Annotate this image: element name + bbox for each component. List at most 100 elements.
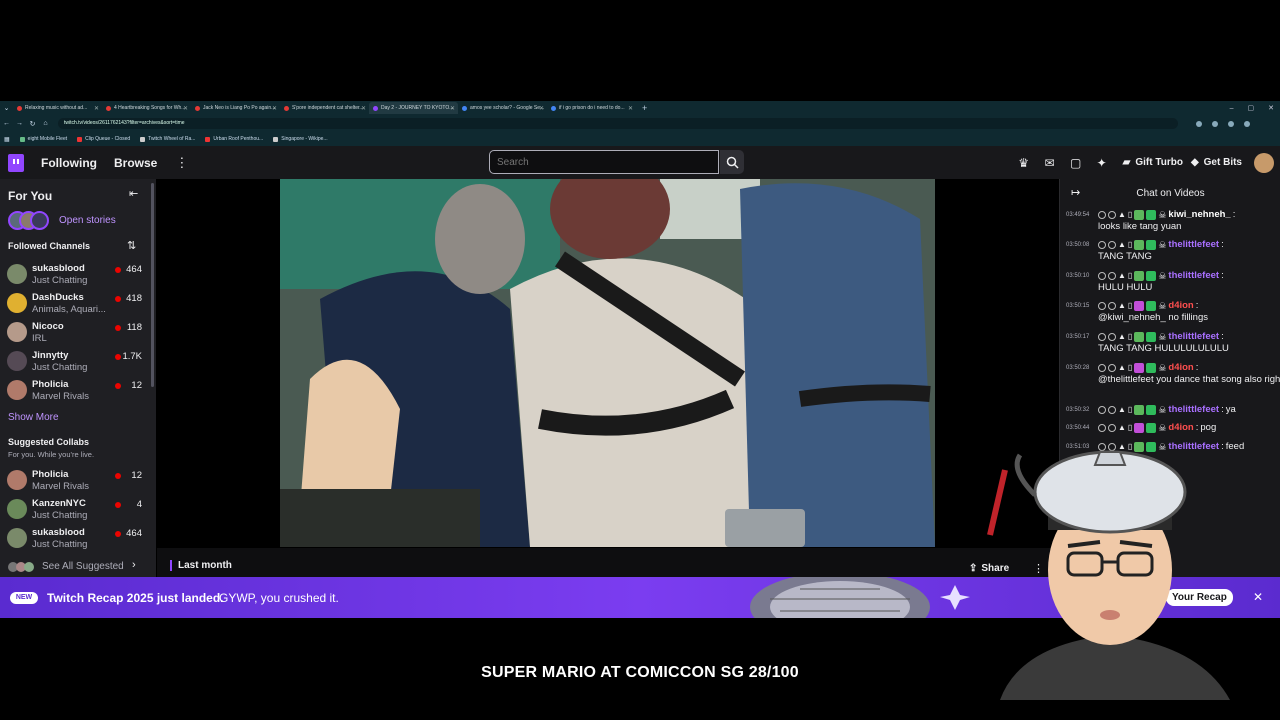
warn-icon[interactable]: ▲ [1118,404,1126,416]
chat-username[interactable]: thelittlefeet [1168,331,1219,343]
tab-close-icon[interactable]: ✕ [183,105,188,112]
channel-item[interactable]: Pholicia Marvel Rivals 12 [7,467,149,495]
more-options-icon[interactable]: ⋮ [175,155,188,171]
gift-turbo-button[interactable]: ▰ Gift Turbo [1123,157,1183,168]
browser-tab[interactable]: if i go prison do i need to do... ✕ [547,102,636,114]
delete-icon[interactable]: ▯ [1128,404,1132,416]
activity-icon[interactable]: ✦ [1089,156,1115,170]
channel-item[interactable]: sukasblood Just Chatting 464 [7,525,149,553]
reload-icon[interactable]: ↻ [26,120,39,128]
chevron-right-icon[interactable]: › [132,559,136,571]
bookmark-item[interactable]: Twitch Wheel of Ra... [140,136,195,142]
show-more-link[interactable]: Show More [8,412,59,423]
search-button[interactable] [720,150,744,174]
following-link[interactable]: Following [41,156,97,170]
profile-icon[interactable] [1244,120,1250,127]
delete-icon[interactable]: ▯ [1128,209,1132,221]
maximize-icon[interactable]: ▢ [1248,104,1255,112]
channel-item[interactable]: Pholicia Marvel Rivals 12 [7,377,149,405]
delete-icon[interactable]: ▯ [1128,331,1132,343]
chat-username[interactable]: kiwi_nehneh_ [1168,209,1230,221]
apps-icon[interactable]: ▦ [4,136,10,143]
timeout-icon[interactable] [1108,406,1116,414]
extension-icon[interactable] [1212,120,1218,127]
bookmark-item[interactable]: eight Mobile Fleet [19,136,67,142]
delete-icon[interactable]: ▯ [1128,239,1132,251]
tab-close-icon[interactable]: ✕ [450,105,455,112]
search-input[interactable] [489,150,719,174]
browser-tab[interactable]: Day 2 - JOURNEY TO KYOTO... ✕ [369,102,458,114]
tab-search-icon[interactable]: ⌄ [0,104,13,112]
timeout-icon[interactable] [1108,333,1116,341]
whispers-icon[interactable]: ▢ [1063,156,1089,170]
stories-row[interactable]: Open stories [8,211,116,230]
tab-close-icon[interactable]: ✕ [539,105,544,112]
timeout-icon[interactable] [1108,364,1116,372]
ban-icon[interactable] [1098,333,1106,341]
timeout-icon[interactable] [1108,302,1116,310]
forward-icon[interactable]: → [13,120,26,127]
ban-icon[interactable] [1098,364,1106,372]
ban-icon[interactable] [1098,241,1106,249]
browser-tab[interactable]: S'pore independent cat shelter... ✕ [280,102,369,114]
chat-username[interactable]: thelittlefeet [1168,239,1219,251]
browse-link[interactable]: Browse [114,156,157,170]
sidebar-scrollbar[interactable] [151,183,154,387]
new-tab-button[interactable]: + [642,103,647,113]
warn-icon[interactable]: ▲ [1118,300,1126,312]
video-frame[interactable] [280,179,935,547]
chat-username[interactable]: d4ion [1168,362,1193,374]
minimize-icon[interactable]: – [1230,105,1234,112]
warn-icon[interactable]: ▲ [1118,331,1126,343]
sort-icon[interactable]: ⇅ [127,239,136,252]
tab-close-icon[interactable]: ✕ [361,105,366,112]
extension-icon[interactable] [1228,120,1234,127]
bookmark-item[interactable]: Singapore - Wikipe... [273,136,328,142]
inbox-icon[interactable]: ✉ [1037,156,1063,170]
bookmark-item[interactable]: Clip Queue - Closed [77,136,130,142]
channel-item[interactable]: Jinnytty Just Chatting 1.7K [7,348,149,376]
close-window-icon[interactable]: ✕ [1268,104,1274,112]
ban-icon[interactable] [1098,406,1106,414]
ban-icon[interactable] [1098,272,1106,280]
back-icon[interactable]: ← [0,120,13,127]
delete-icon[interactable]: ▯ [1128,270,1132,282]
tab-close-icon[interactable]: ✕ [628,105,633,112]
delete-icon[interactable]: ▯ [1128,362,1132,374]
browser-tab[interactable]: Relaxing music without ad... ✕ [13,102,102,114]
get-bits-button[interactable]: ◆ Get Bits [1191,157,1242,168]
channel-item[interactable]: sukasblood Just Chatting 464 [7,261,149,289]
delete-icon[interactable]: ▯ [1128,300,1132,312]
browser-tab[interactable]: amos yee scholar? - Google Se... ✕ [458,102,547,114]
url-field[interactable]: twitch.tv/videos/2611762143?filter=archi… [58,118,1178,129]
timeout-icon[interactable] [1108,241,1116,249]
channel-item[interactable]: Nicoco IRL 118 [7,319,149,347]
warn-icon[interactable]: ▲ [1118,209,1126,221]
home-icon[interactable]: ⌂ [39,120,52,127]
tab-close-icon[interactable]: ✕ [272,105,277,112]
video-player[interactable] [157,179,1058,548]
chat-username[interactable]: d4ion [1168,300,1193,312]
see-all-suggested-link[interactable]: See All Suggested [8,561,124,572]
tab-close-icon[interactable]: ✕ [94,105,99,112]
warn-icon[interactable]: ▲ [1118,239,1126,251]
bookmark-item[interactable]: Urban Roof Penthou... [205,136,263,142]
ban-icon[interactable] [1098,302,1106,310]
chat-username[interactable]: thelittlefeet [1168,270,1219,282]
ban-icon[interactable] [1098,211,1106,219]
warn-icon[interactable]: ▲ [1118,270,1126,282]
channel-item[interactable]: KanzenNYC Just Chatting 4 [7,496,149,524]
chat-username[interactable]: thelittlefeet [1168,404,1219,416]
channel-item[interactable]: DashDucks Animals, Aquari... 418 [7,290,149,318]
crown-icon[interactable]: ♛ [1011,156,1037,170]
collapse-sidebar-icon[interactable]: ⇤ [129,187,138,200]
extension-icon[interactable] [1196,120,1202,127]
twitch-logo-icon[interactable] [8,153,24,172]
timeout-icon[interactable] [1108,272,1116,280]
open-stories-link[interactable]: Open stories [59,215,116,226]
user-avatar[interactable] [1254,152,1274,173]
timeout-icon[interactable] [1108,211,1116,219]
warn-icon[interactable]: ▲ [1118,362,1126,374]
browser-tab[interactable]: 4 Heartbreaking Songs for Wh... ✕ [102,102,191,114]
browser-tab[interactable]: Jack Neo is Liang Po Po again... ✕ [191,102,280,114]
